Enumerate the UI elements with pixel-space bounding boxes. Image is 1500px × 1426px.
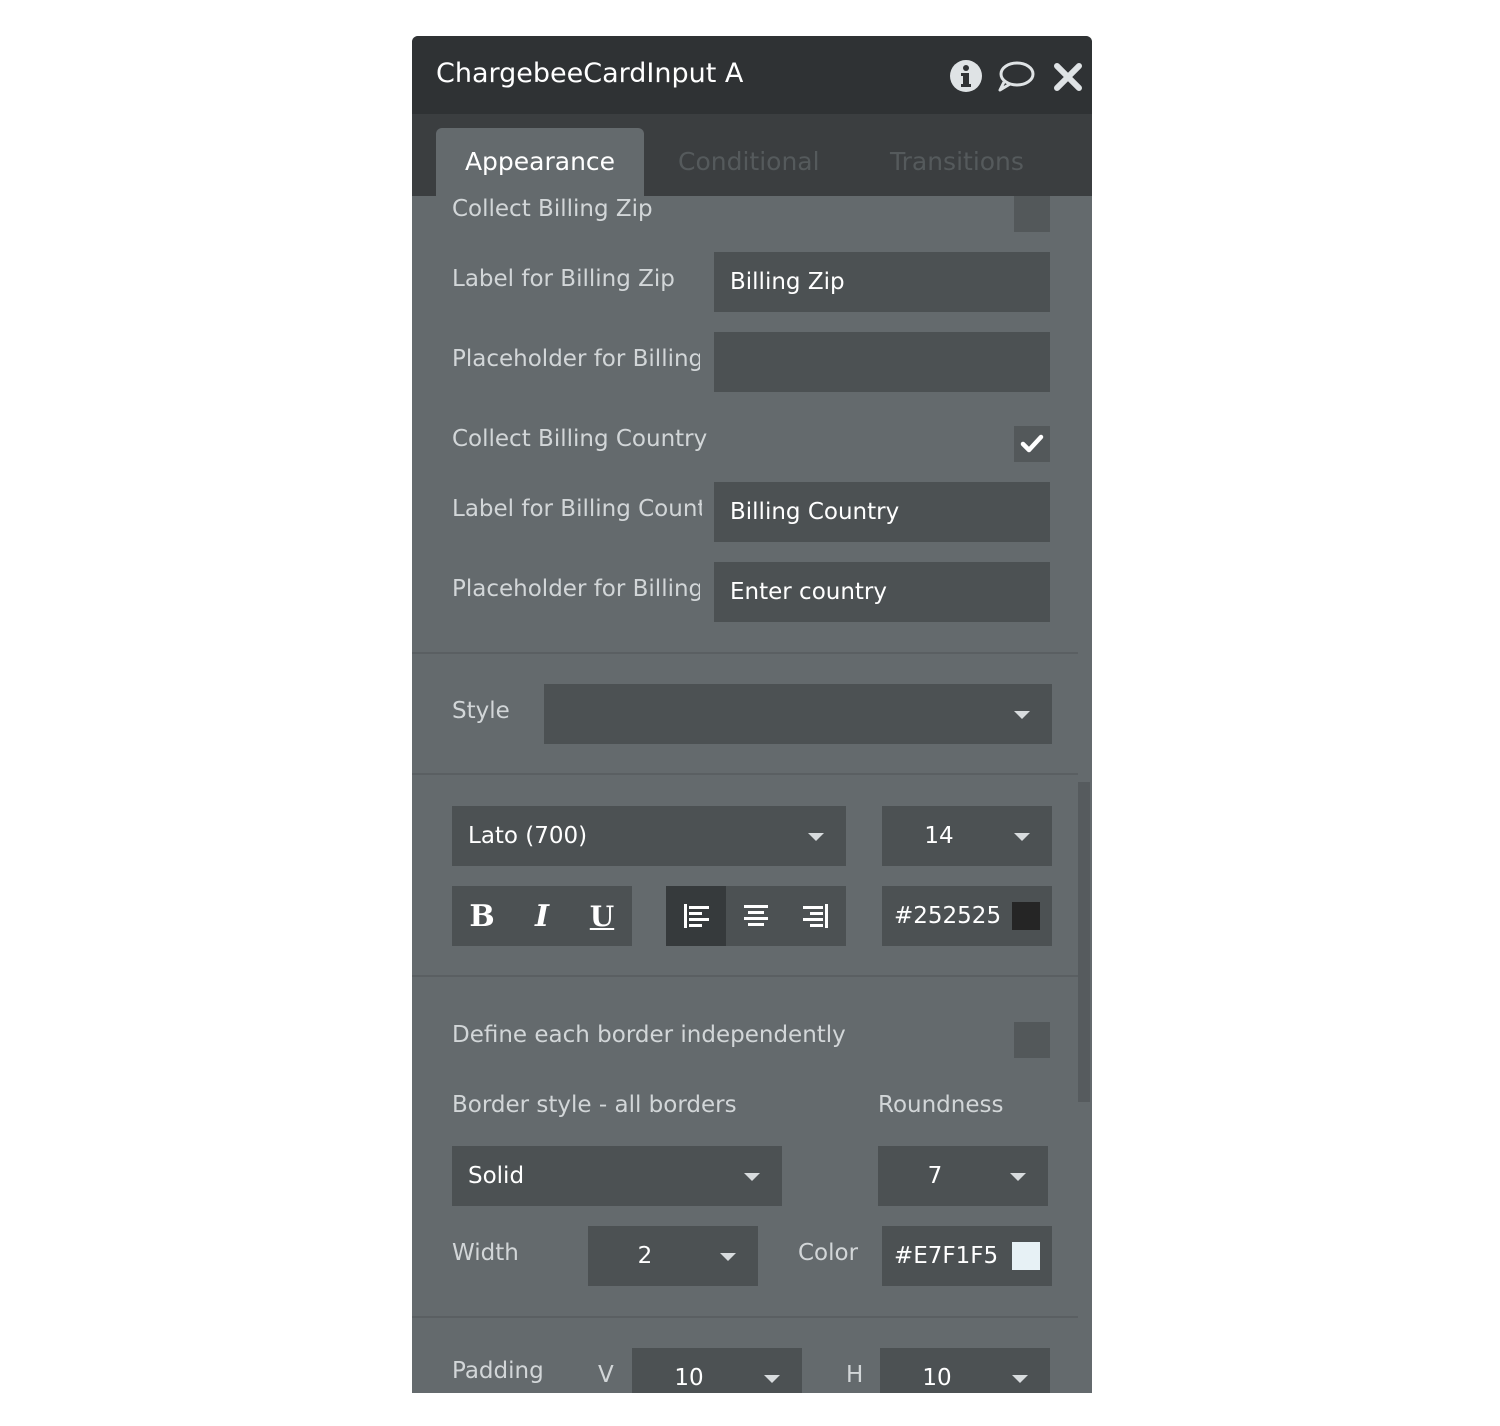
label-billing-country-label: Label for Billing Count (452, 496, 702, 522)
font-size-value: 14 (924, 823, 954, 849)
panel-title: ChargebeeCardInput A (436, 58, 744, 89)
label-billing-country-input[interactable]: Billing Country (714, 482, 1050, 542)
border-color-picker[interactable]: #E7F1F5 (882, 1226, 1052, 1286)
section-divider (412, 975, 1078, 977)
text-style-group: B I U (452, 886, 632, 946)
placeholder-billing-zip-label: Placeholder for Billing (452, 346, 700, 372)
collect-billing-zip-checkbox[interactable] (1014, 196, 1050, 232)
padding-v-label: V (598, 1362, 614, 1388)
align-center-button[interactable] (726, 886, 786, 946)
border-width-label: Width (452, 1240, 519, 1266)
italic-button[interactable]: I (512, 886, 572, 946)
chevron-down-icon (1010, 1173, 1026, 1181)
align-right-button[interactable] (786, 886, 846, 946)
roundness-value: 7 (927, 1163, 943, 1189)
chevron-down-icon (720, 1253, 736, 1261)
chevron-down-icon (1014, 833, 1030, 841)
text-align-group (666, 886, 846, 946)
style-dropdown[interactable] (544, 684, 1052, 744)
placeholder-billing-country-value: Enter country (730, 579, 888, 605)
chevron-down-icon (764, 1375, 780, 1383)
padding-label: Padding (452, 1358, 544, 1384)
border-width-dropdown[interactable]: 2 (588, 1226, 758, 1286)
font-color-value: #252525 (894, 903, 1002, 929)
padding-h-label: H (846, 1362, 864, 1388)
padding-v-dropdown[interactable]: 10 (632, 1348, 802, 1393)
section-divider (412, 652, 1078, 654)
padding-h-dropdown[interactable]: 10 (880, 1348, 1050, 1393)
font-family-dropdown[interactable]: Lato (700) (452, 806, 846, 866)
placeholder-billing-country-label: Placeholder for Billing (452, 576, 700, 602)
comment-icon[interactable] (996, 58, 1036, 94)
border-style-label: Border style - all borders (452, 1092, 737, 1118)
bold-icon: B (469, 898, 495, 934)
chevron-down-icon (808, 833, 824, 841)
collect-billing-country-checkbox[interactable] (1014, 426, 1050, 462)
placeholder-billing-zip-input[interactable] (714, 332, 1050, 392)
tab-conditional[interactable]: Conditional (678, 128, 820, 196)
chevron-down-icon (1012, 1375, 1028, 1383)
bold-button[interactable]: B (452, 886, 512, 946)
font-color-picker[interactable]: #252525 (882, 886, 1052, 946)
panel-header: ChargebeeCardInput A (412, 36, 1092, 114)
padding-v-value: 10 (674, 1365, 704, 1391)
chevron-down-icon (1014, 711, 1030, 719)
font-size-dropdown[interactable]: 14 (882, 806, 1052, 866)
align-left-icon (684, 904, 709, 928)
section-divider (412, 1316, 1078, 1318)
border-width-value: 2 (637, 1243, 653, 1269)
label-billing-country-value: Billing Country (730, 499, 900, 525)
label-billing-zip-value: Billing Zip (730, 269, 845, 295)
border-color-swatch[interactable] (1012, 1242, 1040, 1270)
border-style-value: Solid (468, 1163, 525, 1189)
align-left-button[interactable] (666, 886, 726, 946)
chevron-down-icon (744, 1173, 760, 1181)
checkmark-icon (1020, 434, 1044, 453)
border-style-dropdown[interactable]: Solid (452, 1146, 782, 1206)
font-family-value: Lato (700) (468, 823, 588, 849)
tab-bar: Appearance Conditional Transitions (412, 114, 1092, 196)
property-editor-panel: ChargebeeCardInput A Appearance Conditio… (412, 36, 1092, 1393)
label-billing-zip-input[interactable]: Billing Zip (714, 252, 1050, 312)
tab-transitions[interactable]: Transitions (890, 128, 1024, 196)
underline-icon: U (589, 899, 615, 933)
section-divider (412, 773, 1078, 775)
border-independent-checkbox[interactable] (1014, 1022, 1050, 1058)
scrollbar[interactable] (1078, 782, 1090, 1102)
style-label: Style (452, 698, 510, 724)
placeholder-billing-country-input[interactable]: Enter country (714, 562, 1050, 622)
align-right-icon (803, 904, 828, 928)
underline-button[interactable]: U (572, 886, 632, 946)
border-independent-label: Define each border independently (452, 1022, 846, 1048)
border-color-label: Color (798, 1240, 859, 1266)
border-color-value: #E7F1F5 (894, 1243, 999, 1269)
info-icon[interactable] (948, 58, 984, 94)
italic-icon: I (534, 898, 550, 934)
font-color-swatch[interactable] (1012, 902, 1040, 930)
label-billing-zip-label: Label for Billing Zip (452, 266, 675, 292)
close-icon[interactable] (1052, 58, 1084, 94)
roundness-dropdown[interactable]: 7 (878, 1146, 1048, 1206)
collect-billing-country-label: Collect Billing Country (452, 426, 708, 452)
padding-h-value: 10 (922, 1365, 952, 1391)
roundness-label: Roundness (878, 1092, 1004, 1118)
tab-appearance[interactable]: Appearance (436, 128, 644, 196)
align-center-icon (744, 905, 768, 926)
collect-billing-zip-label: Collect Billing Zip (452, 196, 653, 222)
